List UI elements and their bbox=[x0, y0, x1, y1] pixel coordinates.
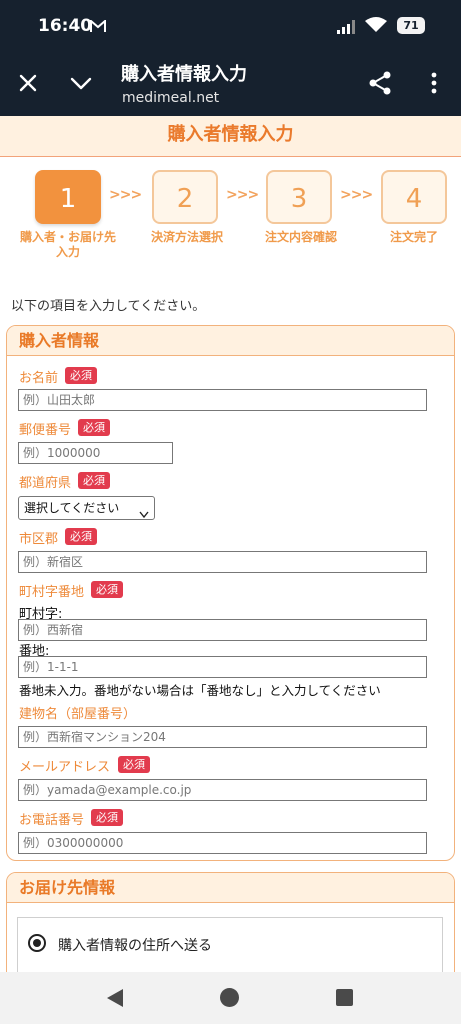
phone-input[interactable]: 例）0300000000 bbox=[18, 832, 427, 854]
building-input[interactable]: 例）西新宿マンション204 bbox=[18, 726, 427, 748]
buyer-info-header: 購入者情報 bbox=[7, 326, 454, 356]
building-label: 建物名（部屋番号） bbox=[19, 707, 137, 722]
chevron-down-icon[interactable] bbox=[68, 71, 94, 95]
step-1: 1 bbox=[35, 170, 101, 224]
zip-label: 郵便番号 bbox=[19, 423, 72, 438]
step-2: 2 bbox=[152, 170, 218, 224]
battery-icon: 71 bbox=[397, 17, 425, 34]
name-label: お名前 bbox=[19, 371, 59, 386]
delivery-info-title: お届け先情報 bbox=[19, 878, 116, 897]
prefecture-select[interactable]: 選択してください bbox=[18, 496, 155, 520]
city-input[interactable]: 例）新宿区 bbox=[18, 551, 427, 573]
more-vert-icon[interactable] bbox=[429, 71, 439, 95]
required-badge: 必須 bbox=[78, 472, 110, 489]
email-label: メールアドレス bbox=[19, 760, 111, 775]
step-3: 3 bbox=[266, 170, 332, 224]
step-arrow: >>> bbox=[109, 187, 142, 203]
email-input[interactable]: 例）yamada@example.co.jp bbox=[18, 779, 427, 801]
required-badge: 必須 bbox=[78, 419, 110, 436]
prefecture-label: 都道府県 bbox=[19, 476, 72, 491]
step-arrow: >>> bbox=[340, 187, 373, 203]
buyer-info-title: 購入者情報 bbox=[19, 331, 100, 350]
home-icon[interactable] bbox=[220, 988, 239, 1007]
wifi-icon bbox=[365, 17, 387, 37]
delivery-option-label: 購入者情報の住所へ送る bbox=[58, 938, 212, 954]
town-input[interactable]: 例）西新宿 bbox=[18, 619, 427, 641]
system-nav-bar bbox=[0, 972, 461, 1024]
status-time: 16:40 bbox=[38, 16, 93, 36]
app-bar-url: medimeal.net bbox=[122, 90, 220, 106]
banchi-input[interactable]: 例）1-1-1 bbox=[18, 656, 427, 678]
banchi-note: 番地未入力。番地がない場合は「番地なし」と入力してください bbox=[19, 683, 381, 698]
app-bar-title: 購入者情報入力 bbox=[121, 64, 247, 85]
town-label: 町村字番地 bbox=[19, 585, 85, 600]
signal-icon bbox=[337, 19, 357, 38]
page-header: 購入者情報入力 bbox=[0, 116, 461, 157]
recent-apps-icon[interactable] bbox=[336, 989, 353, 1006]
required-badge: 必須 bbox=[65, 367, 97, 384]
required-badge: 必須 bbox=[65, 528, 97, 545]
city-label: 市区郡 bbox=[19, 532, 59, 547]
step-2-label: 決済方法選択 bbox=[150, 230, 223, 244]
step-3-label: 注文内容確認 bbox=[264, 230, 337, 244]
share-icon[interactable] bbox=[368, 70, 392, 96]
step-4: 4 bbox=[381, 170, 447, 224]
delivery-info-header: お届け先情報 bbox=[7, 873, 454, 903]
required-badge: 必須 bbox=[91, 809, 123, 826]
page-title: 購入者情報入力 bbox=[167, 124, 294, 145]
intro-text: 以下の項目を入力してください。 bbox=[11, 299, 206, 314]
chevron-down-icon bbox=[139, 504, 149, 526]
close-icon[interactable] bbox=[16, 71, 40, 95]
app-bar: 購入者情報入力 medimeal.net bbox=[0, 50, 461, 116]
prefecture-select-value: 選択してください bbox=[24, 501, 120, 515]
zip-input[interactable]: 例）1000000 bbox=[18, 442, 173, 464]
step-4-label: 注文完了 bbox=[389, 230, 438, 244]
delivery-option-same-address[interactable]: 購入者情報の住所へ送る bbox=[17, 917, 443, 977]
back-icon[interactable] bbox=[106, 988, 124, 1012]
status-bar: 16:40 71 bbox=[0, 0, 461, 50]
radio-selected-icon[interactable] bbox=[28, 934, 46, 952]
required-badge: 必須 bbox=[91, 581, 123, 598]
name-input[interactable]: 例）山田太郎 bbox=[18, 389, 427, 411]
step-1-label: 購入者・お届け先 入力 bbox=[19, 230, 116, 259]
required-badge: 必須 bbox=[118, 756, 150, 773]
step-arrow: >>> bbox=[226, 187, 259, 203]
phone-label: お電話番号 bbox=[19, 813, 85, 828]
gmail-icon bbox=[90, 18, 106, 37]
